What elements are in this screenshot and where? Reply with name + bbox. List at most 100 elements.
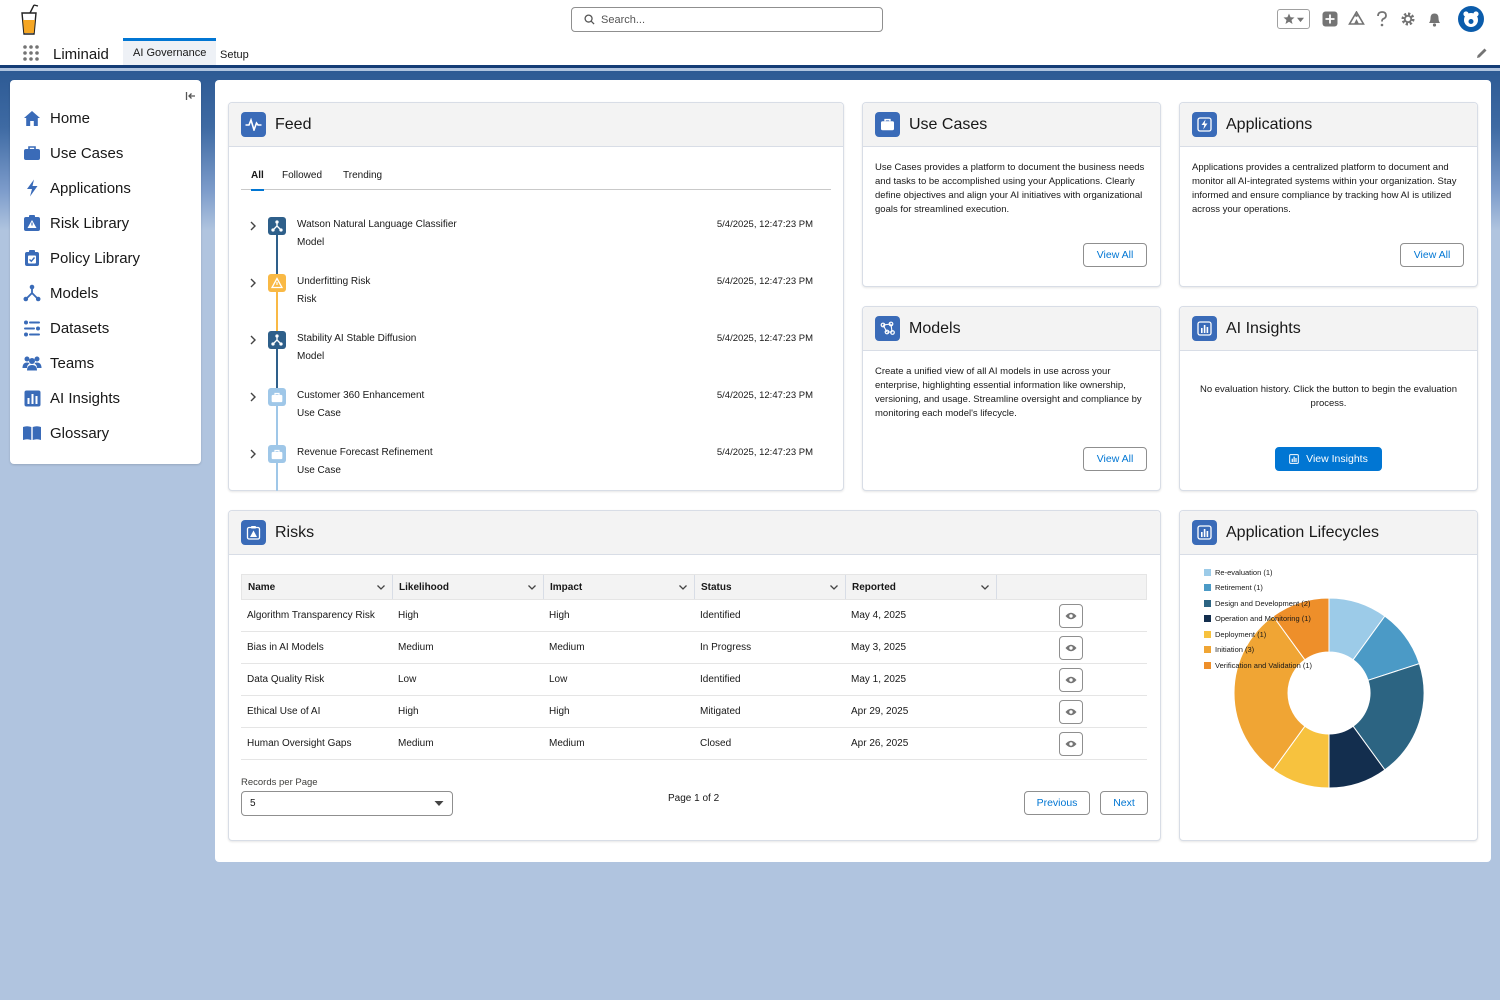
next-page-button[interactable]: Next bbox=[1100, 791, 1148, 815]
chevron-right-icon[interactable] bbox=[247, 448, 259, 460]
view-risk-button[interactable] bbox=[1059, 667, 1083, 692]
tab-trending[interactable]: Trending bbox=[343, 170, 382, 189]
trailhead-button[interactable] bbox=[1346, 9, 1366, 29]
avatar[interactable] bbox=[1458, 6, 1484, 32]
sidebar-item-teams[interactable]: Teams bbox=[22, 351, 94, 375]
column-header-reported[interactable]: Reported bbox=[846, 575, 997, 599]
column-header-label: Impact bbox=[550, 581, 583, 593]
card-header: Application Lifecycles bbox=[1180, 511, 1477, 555]
chevron-down-icon[interactable] bbox=[527, 582, 537, 592]
eye-icon bbox=[1065, 644, 1077, 651]
legend-label: Deployment (1) bbox=[1215, 630, 1267, 639]
legend-item[interactable]: Design and Development (2) bbox=[1204, 599, 1310, 608]
briefcase-icon bbox=[875, 112, 900, 137]
left-navigation-sidebar: Home Use Cases Applications Risk Library… bbox=[10, 80, 201, 464]
legend-label: Verification and Validation (1) bbox=[1215, 661, 1313, 670]
nav-tab-setup[interactable]: Setup bbox=[210, 41, 259, 68]
sidebar-item-label: Policy Library bbox=[50, 249, 141, 267]
legend-item[interactable]: Initiation (3) bbox=[1204, 645, 1254, 654]
view-risk-button[interactable] bbox=[1059, 731, 1083, 756]
view-all-use-cases-button[interactable]: View All bbox=[1083, 243, 1147, 267]
sidebar-item-applications[interactable]: Applications bbox=[22, 176, 131, 200]
view-risk-button[interactable] bbox=[1059, 635, 1083, 660]
column-header-status[interactable]: Status bbox=[695, 575, 846, 599]
app-logo-icon[interactable] bbox=[18, 4, 40, 36]
column-header-likelihood[interactable]: Likelihood bbox=[393, 575, 544, 599]
chevron-down-icon bbox=[434, 801, 444, 806]
use-case-icon bbox=[268, 445, 286, 463]
sidebar-item-datasets[interactable]: Datasets bbox=[22, 316, 109, 340]
sidebar-item-models[interactable]: Models bbox=[22, 281, 98, 305]
feed-item-title[interactable]: Revenue Forecast Refinement bbox=[297, 447, 433, 458]
feed-item-title[interactable]: Watson Natural Language Classifier bbox=[297, 219, 457, 230]
edit-nav-pencil-icon[interactable] bbox=[1476, 47, 1488, 59]
view-all-applications-button[interactable]: View All bbox=[1400, 243, 1464, 267]
legend-item[interactable]: Re-evaluation (1) bbox=[1204, 568, 1273, 577]
setup-button[interactable] bbox=[1398, 9, 1418, 29]
chevron-right-icon[interactable] bbox=[247, 391, 259, 403]
feed-item-title[interactable]: Customer 360 Enhancement bbox=[297, 390, 424, 401]
chevron-down-icon[interactable] bbox=[829, 582, 839, 592]
search-placeholder: Search... bbox=[601, 13, 646, 26]
sidebar-item-label: Models bbox=[50, 284, 99, 302]
help-button[interactable] bbox=[1372, 9, 1392, 29]
sidebar-item-ai-insights[interactable]: AI Insights bbox=[22, 386, 120, 410]
view-risk-button[interactable] bbox=[1059, 699, 1083, 724]
chevron-right-icon[interactable] bbox=[247, 334, 259, 346]
column-header-name[interactable]: Name bbox=[242, 575, 393, 599]
pagination-info: Page 1 of 2 bbox=[668, 793, 720, 804]
notifications-button[interactable] bbox=[1424, 9, 1444, 29]
eye-icon bbox=[1065, 708, 1077, 715]
legend-swatch bbox=[1204, 569, 1211, 576]
view-risk-button[interactable] bbox=[1059, 603, 1083, 628]
legend-swatch bbox=[1204, 615, 1211, 622]
records-per-page-select[interactable]: 5 bbox=[241, 791, 453, 816]
global-search-input[interactable]: Search... bbox=[571, 7, 883, 32]
sidebar-item-home[interactable]: Home bbox=[22, 106, 90, 130]
column-header-impact[interactable]: Impact bbox=[544, 575, 695, 599]
main-content-area: Feed All Followed Trending Watson Natura… bbox=[215, 80, 1491, 862]
legend-item[interactable]: Retirement (1) bbox=[1204, 583, 1263, 592]
chevron-right-icon[interactable] bbox=[247, 220, 259, 232]
legend-swatch bbox=[1204, 646, 1211, 653]
cell-impact: Medium bbox=[549, 642, 585, 653]
nav-tab-ai-governance[interactable]: AI Governance bbox=[123, 38, 217, 65]
chevron-down-icon[interactable] bbox=[980, 582, 990, 592]
cell-likelihood: High bbox=[398, 706, 419, 717]
chart-icon bbox=[22, 388, 42, 408]
sidebar-item-glossary[interactable]: Glossary bbox=[22, 421, 109, 445]
cell-likelihood: Medium bbox=[398, 642, 434, 653]
sidebar-item-use-cases[interactable]: Use Cases bbox=[22, 141, 123, 165]
book-icon bbox=[22, 423, 42, 443]
chart-icon bbox=[1192, 520, 1217, 545]
cell-status: Closed bbox=[700, 738, 732, 749]
notifications-bell-icon bbox=[1428, 13, 1440, 27]
view-all-models-button[interactable]: View All bbox=[1083, 447, 1147, 471]
legend-item[interactable]: Deployment (1) bbox=[1204, 630, 1266, 639]
app-launcher-icon[interactable] bbox=[22, 44, 40, 62]
button-label: View Insights bbox=[1306, 453, 1368, 465]
favorites-button[interactable] bbox=[1277, 9, 1310, 29]
legend-item[interactable]: Verification and Validation (1) bbox=[1204, 661, 1312, 670]
select-value: 5 bbox=[250, 798, 256, 809]
table-row: Ethical Use of AI High High Mitigated Ap… bbox=[241, 696, 1147, 728]
collapse-sidebar-icon[interactable] bbox=[185, 90, 197, 102]
view-insights-button[interactable]: View Insights bbox=[1275, 447, 1382, 471]
feed-item-type: Use Case bbox=[297, 465, 341, 476]
feed-item-title[interactable]: Stability AI Stable Diffusion bbox=[297, 333, 416, 344]
cell-status: Mitigated bbox=[700, 706, 741, 717]
card-description: No evaluation history. Click the button … bbox=[1199, 384, 1457, 409]
legend-item[interactable]: Operation and Monitoring (1) bbox=[1204, 614, 1311, 623]
tab-all[interactable]: All bbox=[251, 170, 264, 191]
chevron-down-icon[interactable] bbox=[376, 582, 386, 592]
sidebar-item-risk-library[interactable]: Risk Library bbox=[22, 211, 129, 235]
chevron-down-icon[interactable] bbox=[678, 582, 688, 592]
cell-reported: May 1, 2025 bbox=[851, 674, 907, 685]
warning-icon bbox=[241, 520, 266, 545]
global-actions-button[interactable] bbox=[1320, 9, 1340, 29]
previous-page-button[interactable]: Previous bbox=[1024, 791, 1090, 815]
sidebar-item-policy-library[interactable]: Policy Library bbox=[22, 246, 140, 270]
chevron-right-icon[interactable] bbox=[247, 277, 259, 289]
feed-item-title[interactable]: Underfitting Risk bbox=[297, 276, 370, 287]
tab-followed[interactable]: Followed bbox=[282, 170, 322, 189]
